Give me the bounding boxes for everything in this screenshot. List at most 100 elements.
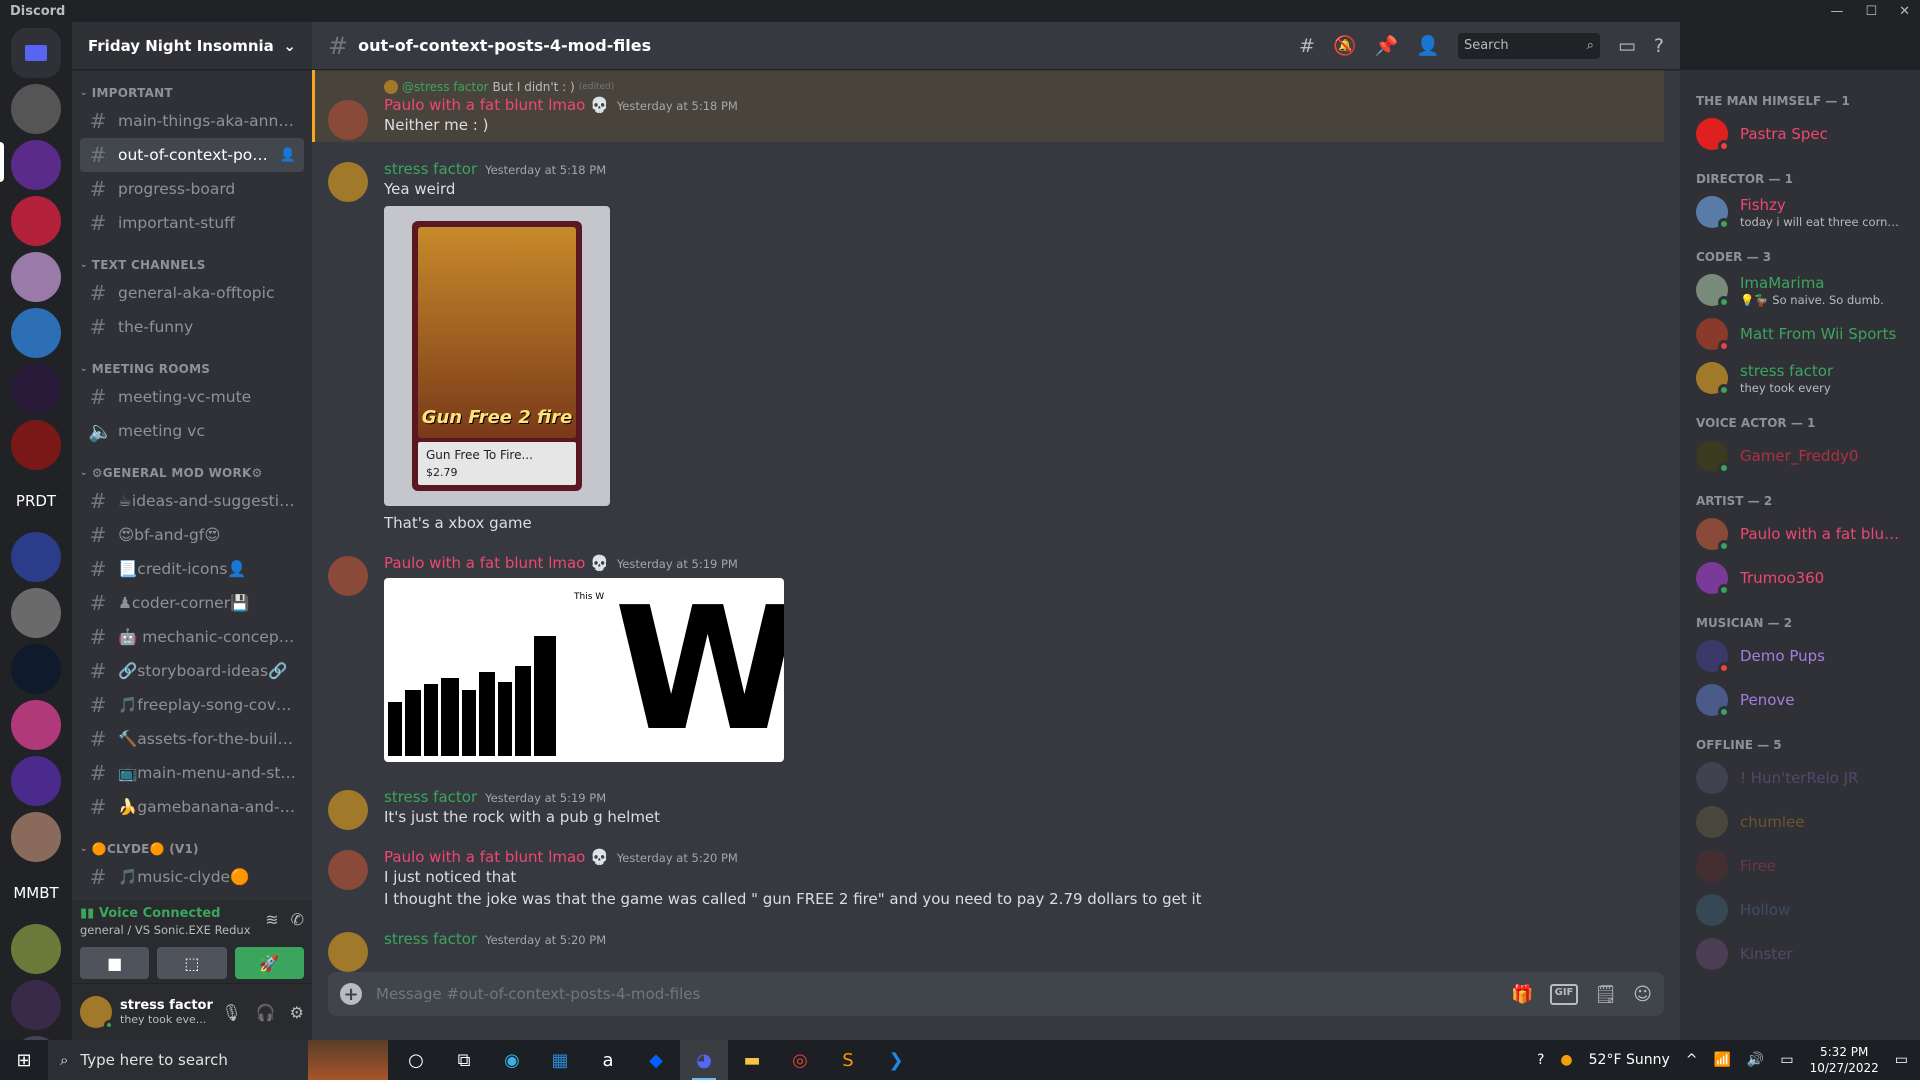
avatar[interactable] bbox=[328, 556, 368, 596]
channel-item[interactable]: # general-aka-offtopic bbox=[80, 276, 304, 310]
voice-location[interactable]: general / VS Sonic.EXE Redux bbox=[80, 923, 251, 937]
clock[interactable]: 5:32 PM 10/27/2022 bbox=[1810, 1044, 1879, 1076]
image-attachment[interactable]: Gun Free 2 fire Gun Free To Fire... $2.7… bbox=[384, 206, 610, 506]
threads-icon[interactable]: # bbox=[1299, 35, 1315, 57]
channel-item[interactable]: #out-of-context-posts-...👤 bbox=[80, 138, 304, 172]
guild-icon[interactable] bbox=[11, 420, 61, 470]
category-header[interactable]: ⌄ MEETING ROOMS bbox=[72, 344, 312, 380]
category-header[interactable]: ⌄ ⚙GENERAL MOD WORK⚙ bbox=[72, 448, 312, 484]
channel-item[interactable]: # 🎵freeplay-song-cover... bbox=[80, 688, 304, 722]
member-item[interactable]: Firee bbox=[1688, 844, 1912, 888]
windows-start-icon[interactable]: ⊞ bbox=[0, 1040, 48, 1080]
channel-item[interactable]: # 📃credit-icons👤 bbox=[80, 552, 304, 586]
category-header[interactable]: ⌄ IMPORTANT bbox=[72, 76, 312, 104]
search-input[interactable]: Search ⌕ bbox=[1457, 32, 1600, 59]
message-author[interactable]: Paulo with a fat blunt lmao 💀 bbox=[384, 848, 609, 866]
channel-item[interactable]: # 🎵music-clyde🟠 bbox=[80, 860, 304, 894]
channel-item[interactable]: # 📺main-menu-and-sto... bbox=[80, 756, 304, 790]
noise-suppression-icon[interactable]: ≋ bbox=[265, 910, 278, 929]
channel-item[interactable]: # meeting-vc-mute bbox=[80, 380, 304, 414]
discord-icon[interactable]: ◕ bbox=[680, 1040, 728, 1080]
gift-icon[interactable]: 🎁 bbox=[1511, 984, 1533, 1005]
taskbar-search[interactable]: ⌕ Type here to search bbox=[48, 1040, 388, 1080]
avatar[interactable] bbox=[328, 162, 368, 202]
member-item[interactable]: Gamer_Freddy0 bbox=[1688, 434, 1912, 478]
category-header[interactable]: ⌄ 🟠CLYDE🟠 (V1) bbox=[72, 824, 312, 860]
channel-item[interactable]: # 🔨assets-for-the-build... bbox=[80, 722, 304, 756]
guild-icon[interactable] bbox=[11, 308, 61, 358]
network-icon[interactable]: 📶 bbox=[1713, 1052, 1730, 1068]
member-item[interactable]: Matt From Wii Sports bbox=[1688, 312, 1912, 356]
member-item[interactable]: stress factor they took every bbox=[1688, 356, 1912, 400]
guild-icon[interactable] bbox=[11, 140, 61, 190]
channel-item[interactable]: # 🔗storyboard-ideas🔗 bbox=[80, 654, 304, 688]
maximize-icon[interactable]: ☐ bbox=[1865, 4, 1877, 19]
edge-icon[interactable]: ◉ bbox=[488, 1040, 536, 1080]
member-item[interactable]: Hollow bbox=[1688, 888, 1912, 932]
channel-item[interactable]: 🔈 meeting vc bbox=[80, 414, 304, 448]
message-composer[interactable]: + Message #out-of-context-posts-4-mod-fi… bbox=[328, 972, 1664, 1016]
member-item[interactable]: Kinster bbox=[1688, 932, 1912, 976]
file-explorer-icon[interactable]: ▬ bbox=[728, 1040, 776, 1080]
guild-icon[interactable] bbox=[11, 812, 61, 862]
headphones-icon[interactable]: 🎧 bbox=[256, 1003, 276, 1022]
notification-icon[interactable]: ▭ bbox=[1895, 1052, 1908, 1068]
guild-icon[interactable] bbox=[11, 196, 61, 246]
mute-bell-icon[interactable]: 🔕 bbox=[1333, 34, 1357, 57]
avatar[interactable] bbox=[328, 932, 368, 972]
sticker-icon[interactable]: 🗒 bbox=[1594, 984, 1617, 1005]
task-view-icon[interactable]: ⧉ bbox=[440, 1040, 488, 1080]
avatar[interactable] bbox=[328, 790, 368, 830]
help-icon[interactable]: ? bbox=[1654, 35, 1664, 57]
emoji-icon[interactable]: ☺ bbox=[1633, 984, 1652, 1005]
guild-icon[interactable] bbox=[11, 644, 61, 694]
channel-item[interactable]: # important-stuff bbox=[80, 206, 304, 240]
pin-icon[interactable]: 📌 bbox=[1375, 34, 1399, 57]
screen-share-button[interactable]: ⬚ bbox=[157, 947, 227, 979]
guild-icon[interactable] bbox=[11, 588, 61, 638]
guild-icon[interactable] bbox=[11, 700, 61, 750]
channel-item[interactable]: # main-things-aka-annou... bbox=[80, 104, 304, 138]
channel-item[interactable]: # 😍bf-and-gf😍 bbox=[80, 518, 304, 552]
avatar[interactable] bbox=[328, 850, 368, 890]
member-item[interactable]: Demo Pups bbox=[1688, 634, 1912, 678]
reply-preview[interactable]: @stress factor But I didn't : ) (edited) bbox=[384, 80, 1616, 94]
message-author[interactable]: stress factor bbox=[384, 930, 477, 948]
sublime-icon[interactable]: S bbox=[824, 1040, 872, 1080]
amazon-icon[interactable]: a bbox=[584, 1040, 632, 1080]
close-icon[interactable]: ✕ bbox=[1899, 4, 1910, 19]
message-author[interactable]: stress factor bbox=[384, 160, 477, 178]
guild-icon[interactable] bbox=[11, 924, 61, 974]
member-item[interactable]: ! Hun'terRelo JR bbox=[1688, 756, 1912, 800]
folder-icon[interactable] bbox=[11, 28, 61, 78]
channel-item[interactable]: # ☕ideas-and-suggestio... bbox=[80, 484, 304, 518]
image-attachment[interactable]: This W W bbox=[384, 578, 784, 762]
member-item[interactable]: Penove bbox=[1688, 678, 1912, 722]
guild-icon[interactable] bbox=[11, 756, 61, 806]
member-item[interactable]: Pastra Spec bbox=[1688, 112, 1912, 156]
gear-icon[interactable]: ⚙ bbox=[290, 1003, 304, 1022]
members-icon[interactable]: 👤 bbox=[1416, 34, 1440, 57]
category-header[interactable]: ⌄ TEXT CHANNELS bbox=[72, 240, 312, 276]
vscode-icon[interactable]: ❯ bbox=[872, 1040, 920, 1080]
member-item[interactable]: Trumoo360 bbox=[1688, 556, 1912, 600]
video-button[interactable]: ■ bbox=[80, 947, 150, 979]
weather-text[interactable]: 52°F Sunny bbox=[1589, 1052, 1670, 1068]
gif-button[interactable]: GIF bbox=[1549, 983, 1579, 1005]
help-tray-icon[interactable]: ? bbox=[1537, 1052, 1544, 1068]
guild-icon[interactable] bbox=[11, 532, 61, 582]
disconnect-icon[interactable]: ✆ bbox=[291, 910, 304, 929]
message-input[interactable]: Message #out-of-context-posts-4-mod-file… bbox=[376, 985, 1497, 1003]
activity-button[interactable]: 🚀 bbox=[234, 947, 304, 979]
guild-icon[interactable] bbox=[11, 84, 61, 134]
avatar[interactable] bbox=[80, 996, 114, 1030]
minimize-icon[interactable]: — bbox=[1830, 4, 1843, 19]
member-item[interactable]: Paulo with a fat blunt l... bbox=[1688, 512, 1912, 556]
volume-icon[interactable]: 🔊 bbox=[1747, 1052, 1764, 1068]
store-icon[interactable]: ▦ bbox=[536, 1040, 584, 1080]
guild-icon[interactable]: PRDT bbox=[11, 476, 61, 526]
dropbox-icon[interactable]: ◆ bbox=[632, 1040, 680, 1080]
member-item[interactable]: chumlee bbox=[1688, 800, 1912, 844]
chevron-up-icon[interactable]: ^ bbox=[1686, 1052, 1698, 1068]
upload-plus-icon[interactable]: + bbox=[340, 983, 362, 1005]
